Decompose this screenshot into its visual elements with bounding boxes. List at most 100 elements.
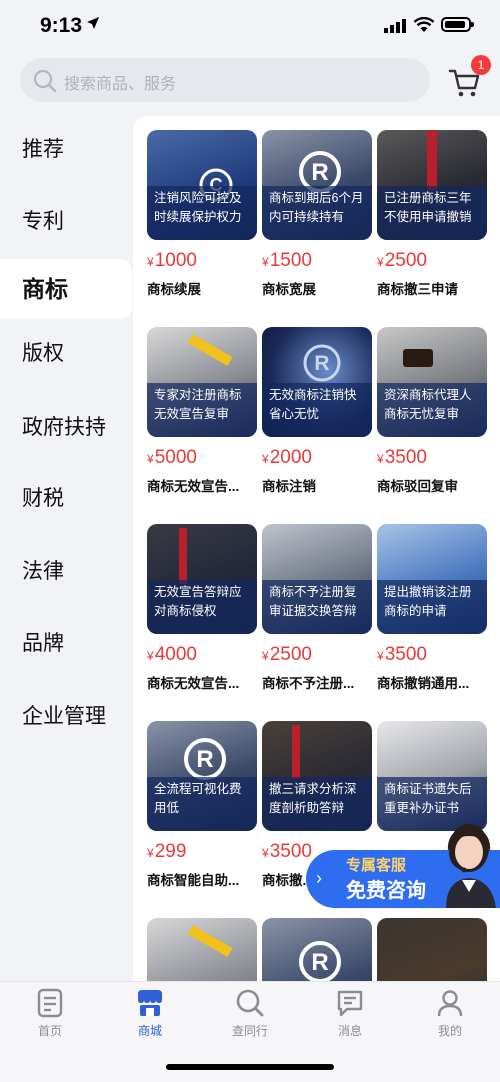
product-caption: 无效商标注销快省心无忧 <box>262 383 372 437</box>
product-card[interactable]: R 全流程可视化费用低 ¥299 商标智能自助... <box>147 721 257 889</box>
tab-home[interactable]: 首页 <box>10 988 90 1039</box>
location-arrow-icon <box>87 17 99 29</box>
category-item[interactable]: 财税 <box>0 469 132 529</box>
product-card[interactable]: R <box>262 918 372 981</box>
product-card[interactable]: R 商标到期后6个月内可持续持有 ¥1500 商标宽展 <box>262 130 372 298</box>
product-image: R 商标到期后6个月内可持续持有 <box>262 130 372 240</box>
customer-service-title: 专属客服 <box>346 857 407 874</box>
product-price: ¥299 <box>147 841 187 862</box>
category-item[interactable]: 推荐 <box>0 120 132 180</box>
category-sidebar: 推荐 专利 商标 版权 政府扶持 财税 法律 品牌 企业管理 <box>0 116 132 981</box>
product-caption: 无效宣告答辩应对商标侵权 <box>147 580 257 634</box>
status-bar: 9:13 <box>0 0 500 52</box>
product-name: 商标智能自助... <box>147 873 240 888</box>
product-card[interactable]: 提出撤销该注册商标的申请 ¥3500 商标撤销通用... <box>377 524 487 692</box>
tab-label: 我的 <box>437 1024 462 1038</box>
product-image <box>147 918 257 981</box>
product-name: 商标撤三申请 <box>377 282 458 297</box>
status-time: 9:13 <box>40 14 83 37</box>
product-name: 商标撤销通用... <box>377 676 470 691</box>
search-input[interactable]: 搜索商品、服务 <box>20 58 430 102</box>
tab-label: 商城 <box>137 1024 162 1038</box>
category-item[interactable]: 品牌 <box>0 614 132 674</box>
category-item[interactable]: 版权 <box>0 324 132 384</box>
product-image: 提出撤销该注册商标的申请 <box>377 524 487 634</box>
product-image: 撤三请求分析深度剖析助答辩 <box>262 721 372 831</box>
svg-text:R: R <box>311 159 328 186</box>
wifi-icon <box>413 17 435 32</box>
customer-service-button[interactable]: › 专属客服 免费咨询 <box>306 818 500 908</box>
tie-decoration <box>292 725 300 779</box>
product-name: 商标续展 <box>147 282 201 297</box>
product-card[interactable] <box>147 918 257 981</box>
category-item[interactable]: 专利 <box>0 192 132 252</box>
hammer-decoration <box>187 334 233 366</box>
product-image: 已注册商标三年不使用申请撤销 <box>377 130 487 240</box>
product-card[interactable]: 已注册商标三年不使用申请撤销 ¥2500 商标撤三申请 <box>377 130 487 298</box>
category-item[interactable]: 企业管理 <box>0 687 132 747</box>
product-price: ¥3500 <box>377 447 427 468</box>
gavel-decoration <box>403 349 433 367</box>
product-card[interactable]: 商标证书遗失后重更补办证书 <box>377 721 487 831</box>
product-image: 专家对注册商标无效宣告复审 <box>147 327 257 437</box>
search-row: 搜索商品、服务 <box>0 52 500 106</box>
tab-search-peers[interactable]: 查同行 <box>210 988 290 1039</box>
product-card[interactable]: 商标不予注册复审证据交换答辩 ¥2500 商标不予注册... <box>262 524 372 692</box>
svg-text:R: R <box>311 949 328 976</box>
registered-logo-icon: R <box>184 738 226 780</box>
tab-profile[interactable]: 我的 <box>410 988 490 1039</box>
tab-label: 查同行 <box>231 1024 268 1038</box>
product-name: 商标驳回复审 <box>377 479 458 494</box>
product-image: C 注销风险可控及时续展保护权力 <box>147 130 257 240</box>
svg-text:R: R <box>196 746 213 773</box>
tab-store[interactable]: 商城 <box>110 988 190 1039</box>
document-icon <box>37 988 63 1018</box>
product-price: ¥1500 <box>262 250 312 271</box>
product-image: 资深商标代理人商标无忧复审 <box>377 327 487 437</box>
product-caption: 提出撤销该注册商标的申请 <box>377 580 487 634</box>
tab-messages[interactable]: 消息 <box>310 988 390 1039</box>
svg-text:R: R <box>314 352 329 375</box>
product-caption: 注销风险可控及时续展保护权力 <box>147 186 257 240</box>
tab-label: 首页 <box>37 1024 62 1038</box>
product-card[interactable]: R 无效商标注销快省心无忧 ¥2000 商标注销 <box>262 327 372 495</box>
search-icon <box>33 69 57 93</box>
product-card[interactable]: C 注销风险可控及时续展保护权力 ¥1000 商标续展 <box>147 130 257 298</box>
registered-logo-icon: R <box>303 344 341 382</box>
product-caption: 资深商标代理人商标无忧复审 <box>377 383 487 437</box>
product-image: 商标证书遗失后重更补办证书 <box>377 721 487 831</box>
product-image <box>377 918 487 981</box>
product-caption: 专家对注册商标无效宣告复审 <box>147 383 257 437</box>
chevron-right-icon: › <box>316 868 322 888</box>
customer-service-subtitle: 免费咨询 <box>346 880 426 902</box>
product-price: ¥5000 <box>147 447 197 468</box>
product-card[interactable]: 专家对注册商标无效宣告复审 ¥5000 商标无效宣告... <box>147 327 257 495</box>
category-item[interactable]: 政府扶持 <box>0 398 132 458</box>
message-icon <box>337 990 363 1017</box>
product-name: 商标无效宣告... <box>147 479 240 494</box>
category-item[interactable]: 法律 <box>0 542 132 602</box>
product-card[interactable]: 无效宣告答辩应对商标侵权 ¥4000 商标无效宣告... <box>147 524 257 692</box>
product-image: 无效宣告答辩应对商标侵权 <box>147 524 257 634</box>
product-price: ¥2000 <box>262 447 312 468</box>
product-caption: 商标不予注册复审证据交换答辩 <box>262 580 372 634</box>
product-name: 商标不予注册... <box>262 676 355 691</box>
tab-label: 消息 <box>337 1024 362 1038</box>
product-caption: 商标到期后6个月内可持续持有 <box>262 186 372 240</box>
product-card[interactable] <box>377 918 487 981</box>
product-price: ¥1000 <box>147 250 197 271</box>
cart-badge: 1 <box>471 55 491 75</box>
product-price: ¥3500 <box>377 644 427 665</box>
search-icon <box>236 989 264 1017</box>
search-placeholder: 搜索商品、服务 <box>64 76 177 93</box>
product-image: R 无效商标注销快省心无忧 <box>262 327 372 437</box>
user-icon <box>437 990 463 1017</box>
product-image: 商标不予注册复审证据交换答辩 <box>262 524 372 634</box>
product-card[interactable]: 资深商标代理人商标无忧复审 ¥3500 商标驳回复审 <box>377 327 487 495</box>
product-name: 商标无效宣告... <box>147 676 240 691</box>
product-price: ¥2500 <box>377 250 427 271</box>
category-item-active[interactable]: 商标 <box>0 259 132 319</box>
product-price: ¥2500 <box>262 644 312 665</box>
product-image: R 全流程可视化费用低 <box>147 721 257 831</box>
hammer-decoration <box>187 925 233 957</box>
